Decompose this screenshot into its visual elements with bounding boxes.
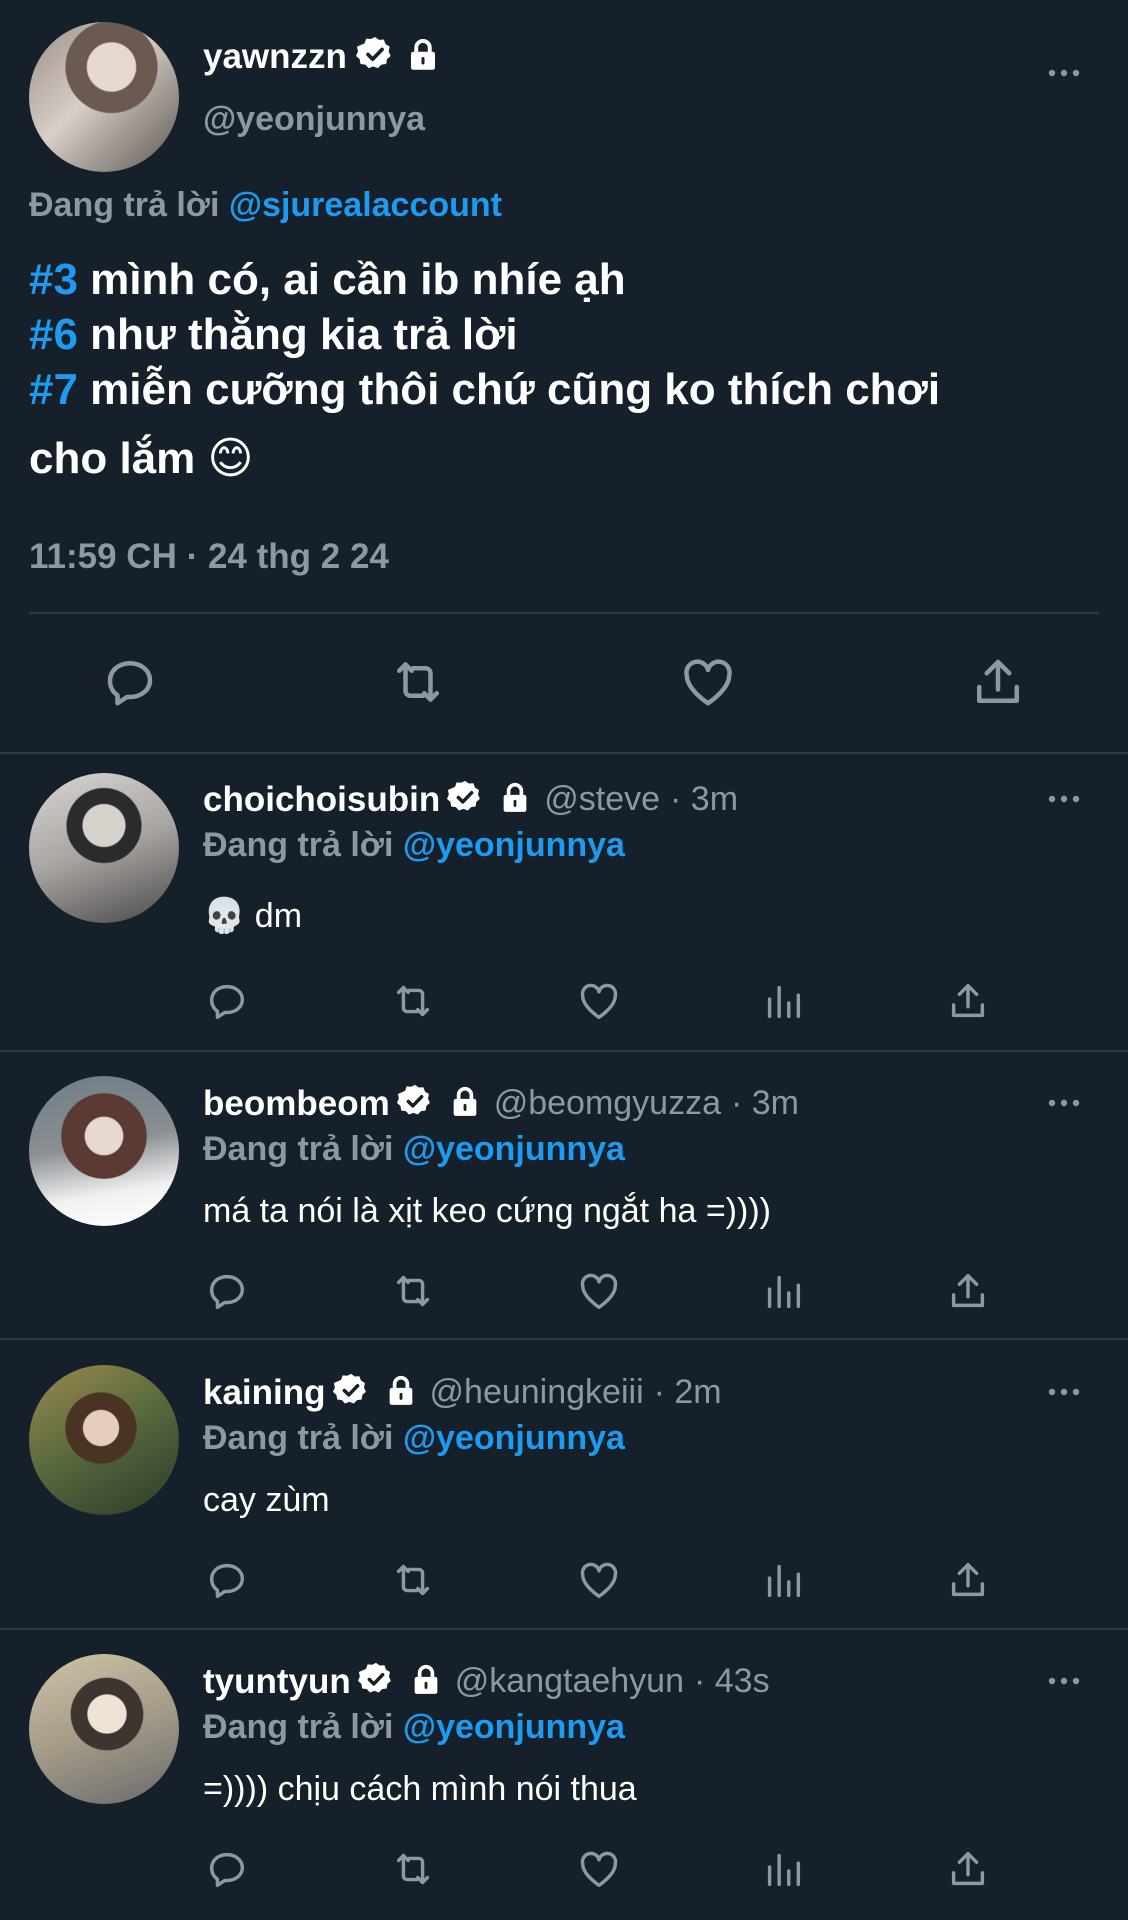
views-icon[interactable]	[760, 1846, 806, 1897]
reply-icon[interactable]	[100, 652, 160, 717]
more-icon[interactable]	[1046, 1674, 1082, 1692]
author-handle[interactable]: @yeonjunnya	[203, 100, 425, 139]
avatar[interactable]	[29, 1365, 179, 1515]
like-icon[interactable]	[576, 1846, 622, 1897]
retweet-icon[interactable]	[390, 1557, 436, 1608]
avatar[interactable]	[29, 773, 179, 923]
share-icon[interactable]	[945, 1268, 991, 1319]
reply-text: =)))) chịu cách mình nói thua	[203, 1770, 637, 1808]
author-handle[interactable]: @beomgyuzza	[494, 1084, 721, 1123]
author-name[interactable]: beombeom	[203, 1084, 390, 1124]
more-icon[interactable]	[1046, 1096, 1082, 1114]
hashtag-link[interactable]: #7	[29, 365, 78, 414]
replying-prefix: Đang trả lời	[203, 1130, 394, 1168]
retweet-icon[interactable]	[390, 1846, 436, 1897]
divider	[29, 612, 1099, 614]
lock-icon	[498, 780, 532, 819]
lock-icon	[384, 1373, 418, 1412]
replying-to-link[interactable]: @yeonjunnya	[403, 826, 625, 864]
author-handle[interactable]: @kangtaehyun	[455, 1662, 684, 1701]
reply-icon[interactable]	[204, 1846, 250, 1897]
verified-badge-icon	[332, 1371, 370, 1414]
author-row: yawnzzn	[203, 34, 441, 79]
tweet-timestamp[interactable]: 11:59 CH · 24 thg 2 24	[29, 537, 389, 577]
tweet-line: cho lắm 😊	[29, 434, 254, 483]
author-name[interactable]: kaining	[203, 1373, 326, 1413]
tweet-line: #6 như thằng kia trả lời	[29, 307, 1109, 362]
like-icon[interactable]	[576, 978, 622, 1029]
share-icon[interactable]	[945, 978, 991, 1029]
avatar[interactable]	[29, 1076, 179, 1226]
more-icon[interactable]	[1046, 66, 1082, 84]
lock-icon	[409, 1662, 443, 1701]
more-icon[interactable]	[1046, 792, 1082, 810]
divider	[0, 1338, 1128, 1340]
replying-to-link[interactable]: @sjurealaccount	[229, 186, 502, 224]
replying-to-link[interactable]: @yeonjunnya	[403, 1708, 625, 1746]
replying-to: Đang trả lời @yeonjunnya	[203, 1130, 625, 1169]
views-icon[interactable]	[760, 1557, 806, 1608]
share-icon[interactable]	[968, 652, 1028, 717]
retweet-icon[interactable]	[390, 978, 436, 1029]
tweet-line: #3 mình có, ai cần ib nhíe ạh	[29, 252, 1109, 307]
lock-icon	[405, 36, 441, 77]
replying-to: Đang trả lời @yeonjunnya	[203, 1708, 625, 1747]
more-icon[interactable]	[1046, 1385, 1082, 1403]
author-row: kaining @heuningkeiii · 2m	[203, 1371, 722, 1414]
retweet-icon[interactable]	[388, 652, 448, 717]
replying-prefix: Đang trả lời	[203, 826, 394, 864]
replying-to: Đang trả lời @yeonjunnya	[203, 826, 625, 865]
reply-text: 💀 dm	[203, 897, 303, 935]
reply-text: cay zùm	[203, 1481, 330, 1519]
retweet-icon[interactable]	[390, 1268, 436, 1319]
author-row: choichoisubin @steve · 3m	[203, 778, 738, 821]
share-icon[interactable]	[945, 1846, 991, 1897]
avatar[interactable]	[29, 22, 179, 172]
replying-to: Đang trả lời @sjurealaccount	[29, 186, 502, 225]
divider	[0, 1050, 1128, 1052]
divider	[0, 1628, 1128, 1630]
verified-badge-icon	[396, 1082, 434, 1125]
like-icon[interactable]	[576, 1557, 622, 1608]
tweet-text: #3 mình có, ai cần ib nhíe ạh #6 như thằ…	[29, 252, 1109, 486]
tweet-line: #7 miễn cưỡng thôi chứ cũng ko thích chơ…	[29, 362, 1109, 417]
reply-time[interactable]: · 43s	[694, 1662, 770, 1701]
reply-time[interactable]: · 3m	[731, 1084, 799, 1123]
replying-prefix: Đang trả lời	[203, 1708, 394, 1746]
views-icon[interactable]	[760, 978, 806, 1029]
views-icon[interactable]	[760, 1268, 806, 1319]
reply-time[interactable]: · 2m	[654, 1373, 722, 1412]
lock-icon	[448, 1084, 482, 1123]
replying-to: Đang trả lời @yeonjunnya	[203, 1419, 625, 1458]
verified-badge-icon	[355, 34, 395, 79]
tweet-line-text: mình có, ai cần ib nhíe ạh	[77, 255, 626, 304]
avatar[interactable]	[29, 1654, 179, 1804]
verified-badge-icon	[446, 778, 484, 821]
author-name[interactable]: choichoisubin	[203, 780, 440, 820]
replying-prefix: Đang trả lời	[203, 1419, 394, 1457]
replying-prefix: Đang trả lời	[29, 186, 220, 224]
reply-time[interactable]: · 3m	[670, 780, 738, 819]
author-name[interactable]: yawnzzn	[203, 37, 347, 77]
author-handle[interactable]: @steve	[544, 780, 660, 819]
tweet-line-text: như thằng kia trả lời	[77, 310, 518, 359]
like-icon[interactable]	[576, 1268, 622, 1319]
hashtag-link[interactable]: #6	[29, 310, 78, 359]
reply-icon[interactable]	[204, 1268, 250, 1319]
reply-text: má ta nói là xịt keo cứng ngắt ha =))))	[203, 1192, 771, 1230]
author-name[interactable]: tyuntyun	[203, 1662, 351, 1702]
author-row: beombeom @beomgyuzza · 3m	[203, 1082, 799, 1125]
replying-to-link[interactable]: @yeonjunnya	[403, 1419, 625, 1457]
author-row: tyuntyun @kangtaehyun · 43s	[203, 1660, 770, 1703]
divider	[0, 752, 1128, 754]
tweet-line-text: miễn cưỡng thôi chứ cũng ko thích chơi	[77, 365, 941, 414]
like-icon[interactable]	[678, 652, 738, 717]
reply-icon[interactable]	[204, 1557, 250, 1608]
author-handle[interactable]: @heuningkeiii	[430, 1373, 644, 1412]
reply-icon[interactable]	[204, 978, 250, 1029]
share-icon[interactable]	[945, 1557, 991, 1608]
hashtag-link[interactable]: #3	[29, 255, 78, 304]
replying-to-link[interactable]: @yeonjunnya	[403, 1130, 625, 1168]
verified-badge-icon	[357, 1660, 395, 1703]
